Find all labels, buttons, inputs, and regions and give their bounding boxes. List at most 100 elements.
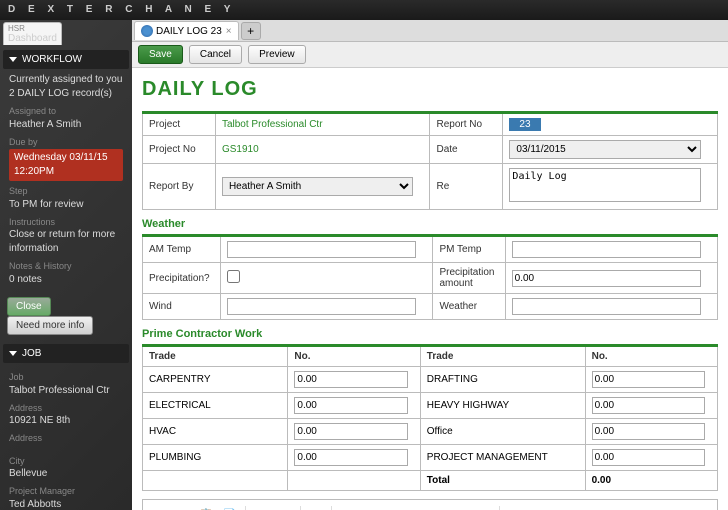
paste-icon[interactable]: 📋 [195,504,217,510]
am-temp-input[interactable] [227,241,416,258]
globe-icon [141,25,153,37]
total-label: Total [420,471,585,491]
save-button[interactable]: Save [138,45,183,64]
trade-cell: HEAVY HIGHWAY [420,393,585,419]
address2-label: Address [9,432,123,445]
report-no-value[interactable]: 23 [509,118,540,131]
job-value: Talbot Professional Ctr [9,384,123,398]
chevron-down-icon [9,351,17,356]
instructions-label: Instructions [9,216,123,229]
sidebar-workflow-title: WORKFLOW [22,54,82,65]
am-temp-label: AM Temp [143,236,221,263]
job-label: Job [9,371,123,384]
no-input[interactable] [592,449,705,466]
instructions-value: Close or return for more information [9,228,123,256]
rich-text-editor: ✂ ⧉ 📋 📄 ↶ ↷ ☰▾ Font Family Font Sizes B … [142,499,718,510]
no-input[interactable] [294,423,407,440]
date-label: Date [430,136,503,164]
due-by-label: Due by [9,136,123,149]
sidebar-job-body: Job Talbot Professional Ctr Address 1092… [3,363,129,510]
weather-section-title: Weather [142,218,718,230]
date-select[interactable]: 03/11/2015 [509,140,700,159]
workflow-assigned-line1: Currently assigned to you [9,73,123,87]
tab-daily-log-label: DAILY LOG 23 [156,26,222,37]
preview-button[interactable]: Preview [248,45,306,64]
no-input[interactable] [294,449,407,466]
project-label: Project [143,113,216,136]
project-value[interactable]: Talbot Professional Ctr [222,119,323,130]
tab-dashboard[interactable]: HSR Dashboard [3,22,62,45]
cut-icon[interactable]: ✂ [147,504,169,510]
notes-label: Notes & History [9,260,123,273]
italic-icon[interactable]: I [528,504,550,510]
font-family-select[interactable]: Font Family [336,507,417,510]
trade-cell: Office [420,419,585,445]
no-input[interactable] [592,397,705,414]
trade-cell: HVAC [143,419,288,445]
tab-dashboard-label: Dashboard [8,33,57,44]
bold-icon[interactable]: B [504,504,526,510]
city-value: Bellevue [9,467,123,481]
no-input[interactable] [592,423,705,440]
main-area: DAILY LOG 23 × + Save Cancel Preview DAI… [132,20,728,510]
city-label: City [9,455,123,468]
report-no-label: Report No [430,113,503,136]
re-label: Re [430,164,503,210]
table-row: CARPENTRY DRAFTING [143,367,718,393]
workflow-close-button[interactable]: Close [7,297,51,316]
copy-icon[interactable]: ⧉ [171,504,193,510]
trade-cell: PLUMBING [143,445,288,471]
total-row: Total 0.00 [143,471,718,491]
tab-daily-log[interactable]: DAILY LOG 23 × [134,21,239,40]
sidebar-job-header[interactable]: JOB [3,344,129,363]
report-by-label: Report By [143,164,216,210]
action-toolbar: Save Cancel Preview [132,42,728,68]
pm-label: Project Manager [9,485,123,498]
sidebar-workflow-header[interactable]: WORKFLOW [3,50,129,69]
address-value: 10921 NE 8th [9,414,123,428]
trade-header-1: Trade [143,346,288,367]
workflow-more-info-button[interactable]: Need more info [7,316,93,335]
assigned-to-value: Heather A Smith [9,118,123,132]
table-row: HVAC Office [143,419,718,445]
paste-text-icon[interactable]: 📄 [219,504,241,510]
step-value: To PM for review [9,198,123,212]
precip-checkbox[interactable] [227,270,240,283]
trade-cell: DRAFTING [420,367,585,393]
weather-label: Weather [433,294,505,320]
contractor-table: Trade No. Trade No. CARPENTRY DRAFTING E… [142,344,718,491]
contractor-section-title: Prime Contractor Work [142,328,718,340]
strike-icon[interactable]: S [576,504,598,510]
pm-value: Ted Abbotts [9,498,123,510]
header-form-table: Project Talbot Professional Ctr Report N… [142,111,718,210]
add-tab-button[interactable]: + [241,22,261,40]
no-input[interactable] [294,371,407,388]
editor-toolbar: ✂ ⧉ 📋 📄 ↶ ↷ ☰▾ Font Family Font Sizes B … [143,500,717,510]
no-input[interactable] [294,397,407,414]
precip-amount-label: Precipitation amount [433,263,505,294]
cancel-button[interactable]: Cancel [189,45,242,64]
project-no-label: Project No [143,136,216,164]
close-icon[interactable]: × [226,26,232,37]
weather-input[interactable] [512,298,701,315]
project-no-value[interactable]: GS1910 [222,144,259,155]
table-row: PLUMBING PROJECT MANAGEMENT [143,445,718,471]
wind-input[interactable] [227,298,416,315]
underline-icon[interactable]: U [552,504,574,510]
table-row: ELECTRICAL HEAVY HIGHWAY [143,393,718,419]
pm-temp-input[interactable] [512,241,701,258]
font-size-select[interactable]: Font Sizes [419,507,495,510]
report-by-select[interactable]: Heather A Smith [222,177,413,196]
form-content: DAILY LOG Project Talbot Professional Ct… [132,68,728,510]
total-value: 0.00 [585,471,717,491]
wind-label: Wind [143,294,221,320]
precip-label: Precipitation? [143,263,221,294]
precip-amount-input[interactable] [512,270,701,287]
sidebar-workflow-body: Currently assigned to you 2 DAILY LOG re… [3,69,129,291]
chevron-down-icon [9,57,17,62]
re-textarea[interactable]: Daily Log [509,168,700,202]
bullet-list-icon[interactable]: ☰▾ [305,504,327,510]
redo-icon[interactable]: ↷ [274,504,296,510]
undo-icon[interactable]: ↶ [250,504,272,510]
no-input[interactable] [592,371,705,388]
